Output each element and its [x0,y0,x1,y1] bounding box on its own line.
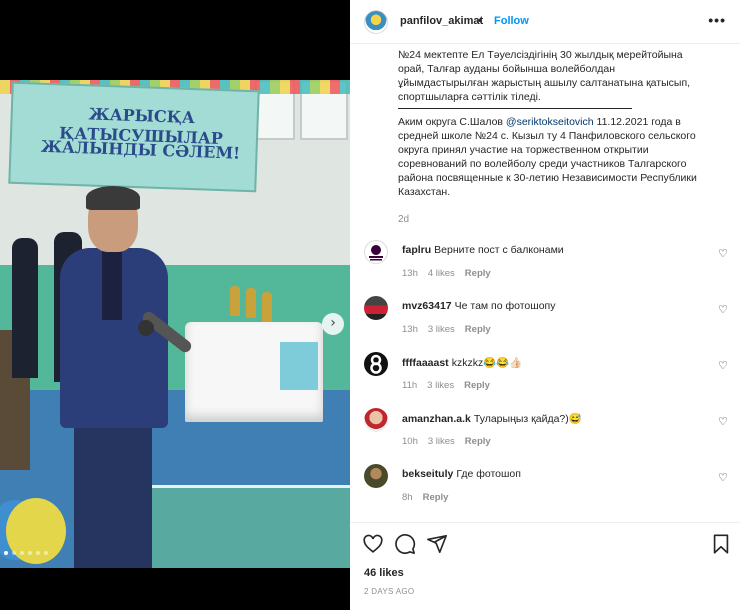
comment-likes[interactable]: 3 likes [428,324,455,335]
comment-item: mvz63417 Че там по фотошопу 13h 3 likes Rep… [350,296,740,348]
comment-likes[interactable]: 3 likes [427,380,454,391]
comment-username[interactable]: ffffaaaast [402,357,449,369]
speaker-legs [74,422,152,568]
post-header: panfilov_akimat • Follow ••• [350,0,740,44]
comment-body: Верните пост с балконами [434,244,564,256]
comment-time[interactable]: 8h [402,492,413,503]
comment-username[interactable]: faplru [402,244,431,256]
bookmark-icon[interactable] [710,533,732,555]
comment-body: Где фотошоп [456,468,521,480]
follow-button[interactable]: Follow [494,15,529,27]
share-icon[interactable] [426,533,448,555]
reply-button[interactable]: Reply [465,268,491,279]
more-options-icon[interactable]: ••• [708,12,726,28]
car-photo-icon[interactable] [364,296,388,320]
post-photo[interactable]: ЖАРЫСҚА ҚАТЫСУШЫЛАР ЖАЛЫНДЫ СӘЛЕМ! [0,80,350,568]
photo-table-cloth [280,342,318,390]
comment-time[interactable]: 13h [402,324,418,335]
comment-time[interactable]: 10h [402,436,418,447]
comment-icon[interactable] [394,533,416,555]
carousel-dot[interactable] [4,551,8,555]
carousel-dots [4,551,48,555]
comment-text: ffffaaaast kzkzkz😂😂👍🏻 [402,356,702,369]
post-media: ЖАРЫСҚА ҚАТЫСУШЫЛАР ЖАЛЫНДЫ СӘЛЕМ! › [0,0,350,610]
carousel-dot[interactable] [36,551,40,555]
person-photo-icon[interactable] [364,464,388,488]
reply-button[interactable]: Reply [465,436,491,447]
heart-icon[interactable]: ♡ [718,360,730,372]
header-separator: • [478,15,482,27]
premier-league-logo-icon[interactable] [364,240,388,264]
comment-meta: 13h 3 likes Reply [402,324,501,335]
post-actions: 46 likes 2 DAYS AGO [350,522,740,610]
comment-likes[interactable]: 4 likes [428,268,455,279]
reply-button[interactable]: Reply [464,380,490,391]
comment-item: amanzhan.a.k Тулары​ңыз қайда?)😅 10h 3 lik… [350,408,740,460]
comment-text: faplru Верните пост с балконами [402,244,702,256]
comment-meta: 13h 4 likes Reply [402,268,501,279]
likes-count[interactable]: 46 likes [364,567,404,579]
post-caption: №24 мектепте Ел Тәуелсіздігінің 30 жылды… [398,48,698,199]
caption-russian-suffix: 11.12.2021 года в средней школе №24 с. К… [398,116,697,198]
carousel-dot[interactable] [12,551,16,555]
speaker-hair [86,186,140,210]
heart-icon[interactable]: ♡ [718,472,730,484]
comment-likes[interactable]: 3 likes [428,436,455,447]
carousel-dot[interactable] [20,551,24,555]
caption-russian: Аким округа С.Шалов @seriktokseitovich 1… [398,115,698,199]
reply-button[interactable]: Reply [465,324,491,335]
heart-icon[interactable]: ♡ [718,248,730,260]
photo-trophy [246,288,256,318]
post-username[interactable]: panfilov_akimat [400,15,483,27]
comment-item: bekseituly Где фотошоп 8h Reply ♡ [350,464,740,516]
reply-button[interactable]: Reply [423,492,449,503]
comment-username[interactable]: amanzhan.a.k [402,413,471,425]
comments-scroll-area[interactable]: №24 мектепте Ел Тәуелсіздігінің 30 жылды… [350,44,740,522]
photo-banner: ЖАРЫСҚА ҚАТЫСУШЫЛАР ЖАЛЫНДЫ СӘЛЕМ! [8,81,260,193]
photo-trophy [262,292,272,322]
caption-russian-prefix: Аким округа С.Шалов [398,116,506,128]
photo-trophy [230,286,240,316]
comment-username[interactable]: bekseituly [402,468,453,480]
comment-time[interactable]: 11h [402,380,417,391]
comment-item: ffffaaaast kzkzkz😂😂👍🏻 11h 3 likes Reply ♡ [350,352,740,404]
photo-microphone-head [138,320,154,336]
post-side-panel: panfilov_akimat • Follow ••• №24 мектепт… [350,0,740,610]
photo-speaker [60,186,170,568]
person-photo-icon[interactable] [364,408,388,432]
comment-meta: 8h Reply [402,492,458,503]
caption-kazakh: №24 мектепте Ел Тәуелсіздігінің 30 жылды… [398,49,691,103]
photo-bystander [12,238,38,378]
comment-item: faplru Верните пост с балконами 13h 4 like… [350,240,740,292]
number-8-logo-icon[interactable] [364,352,388,376]
heart-icon[interactable]: ♡ [718,304,730,316]
comment-meta: 10h 3 likes Reply [402,436,501,447]
comment-text: mvz63417 Че там по фотошопу [402,300,702,312]
comment-meta: 11h 3 likes Reply [402,380,500,391]
comment-body: kzkzkz😂😂👍🏻 [451,357,523,369]
comment-body: Тулары​ңыз қайда?)😅 [473,413,582,425]
heart-icon[interactable] [362,533,384,555]
heart-icon[interactable]: ♡ [718,416,730,428]
carousel-next-icon[interactable]: › [322,313,344,335]
comment-text: bekseituly Где фотошоп [402,468,702,480]
comment-time[interactable]: 13h [402,268,418,279]
carousel-dot[interactable] [28,551,32,555]
speaker-shirt [102,250,122,320]
caption-divider [398,108,632,109]
carousel-dot[interactable] [44,551,48,555]
comment-text: amanzhan.a.k Тулары​ңыз қайда?)😅 [402,412,702,425]
photo-table [185,322,323,422]
caption-timestamp[interactable]: 2d [398,214,409,225]
comment-body: Че там по фотошопу [454,300,556,312]
post-date[interactable]: 2 DAYS AGO [364,587,414,596]
avatar[interactable] [364,10,388,34]
caption-mention-link[interactable]: @seriktokseitovich [506,116,594,128]
comment-username[interactable]: mvz63417 [402,300,452,312]
